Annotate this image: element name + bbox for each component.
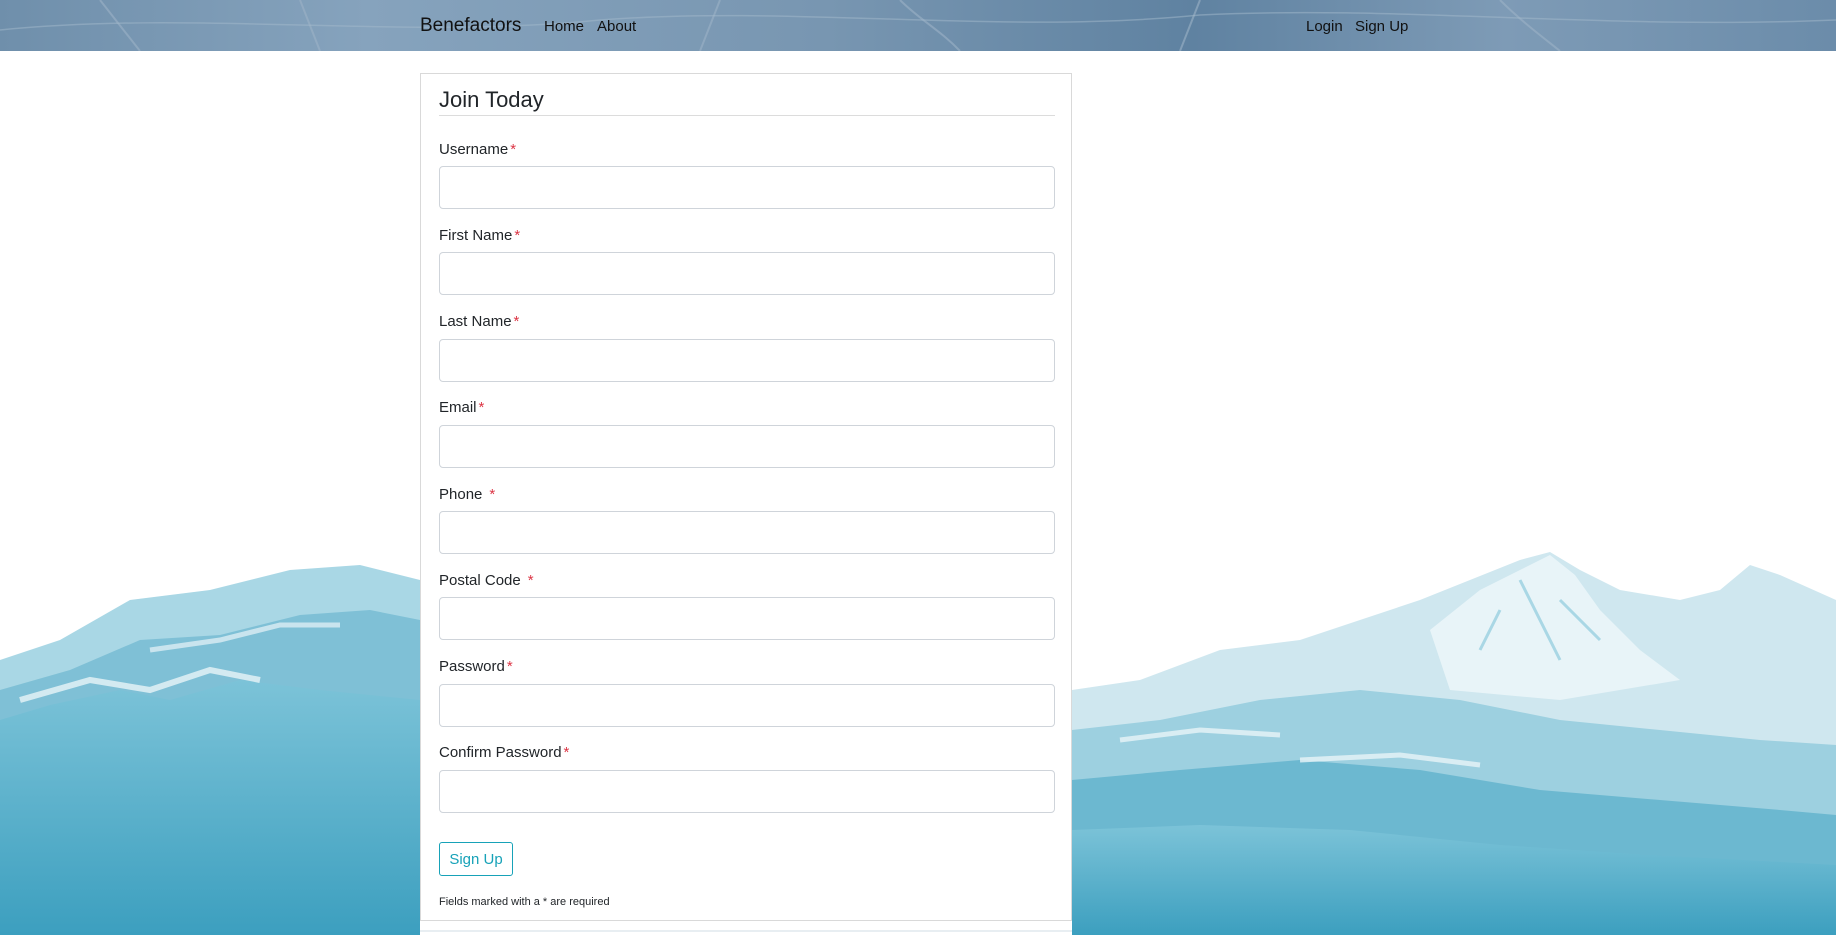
required-marker: * <box>527 572 534 589</box>
username-label-text: Username <box>439 141 509 158</box>
username-label: Username * <box>439 141 516 158</box>
required-marker: * <box>510 141 517 158</box>
required-marker: * <box>514 227 521 244</box>
signup-card: Join Today Username * First Name * Last Na… <box>420 73 1072 921</box>
email-label: Email * <box>439 399 484 416</box>
confirm-password-label: Confirm Password * <box>439 744 569 761</box>
nav-signup-link[interactable]: Sign Up <box>1355 18 1408 35</box>
required-marker: * <box>506 658 513 675</box>
last-name-label-text: Last Name <box>439 313 512 330</box>
confirm-password-input[interactable] <box>439 770 1055 813</box>
confirm-password-label-text: Confirm Password <box>439 744 562 761</box>
password-label-text: Password <box>439 658 505 675</box>
required-marker: * <box>513 313 520 330</box>
required-marker: * <box>478 399 485 416</box>
navbar-texture-decoration <box>0 0 1836 51</box>
required-marker: * <box>489 486 496 503</box>
top-navbar: Benefactors Home About Login Sign Up <box>0 0 1836 51</box>
phone-input[interactable] <box>439 511 1055 554</box>
required-marker: * <box>563 744 570 761</box>
phone-label: Phone * <box>439 486 495 503</box>
postal-code-label: Postal Code * <box>439 572 534 589</box>
form-title: Join Today <box>439 87 544 112</box>
nav-login-link[interactable]: Login <box>1306 18 1343 35</box>
postal-code-label-text: Postal Code <box>439 572 521 589</box>
email-label-text: Email <box>439 399 477 416</box>
last-name-label: Last Name * <box>439 313 519 330</box>
phone-label-text: Phone <box>439 486 483 503</box>
first-name-label: First Name * <box>439 227 520 244</box>
postal-code-input[interactable] <box>439 597 1055 640</box>
last-name-input[interactable] <box>439 339 1055 382</box>
required-fields-note: Fields marked with a * are required <box>439 896 610 908</box>
first-name-label-text: First Name <box>439 227 513 244</box>
title-divider <box>439 115 1055 116</box>
sign-up-button[interactable]: Sign Up <box>439 842 513 876</box>
email-input[interactable] <box>439 425 1055 468</box>
brand-link[interactable]: Benefactors <box>420 15 521 37</box>
nav-home-link[interactable]: Home <box>544 18 584 35</box>
password-input[interactable] <box>439 684 1055 727</box>
bottom-divider <box>420 930 1072 932</box>
nav-about-link[interactable]: About <box>597 18 636 35</box>
password-label: Password * <box>439 658 513 675</box>
first-name-input[interactable] <box>439 252 1055 295</box>
username-input[interactable] <box>439 166 1055 209</box>
